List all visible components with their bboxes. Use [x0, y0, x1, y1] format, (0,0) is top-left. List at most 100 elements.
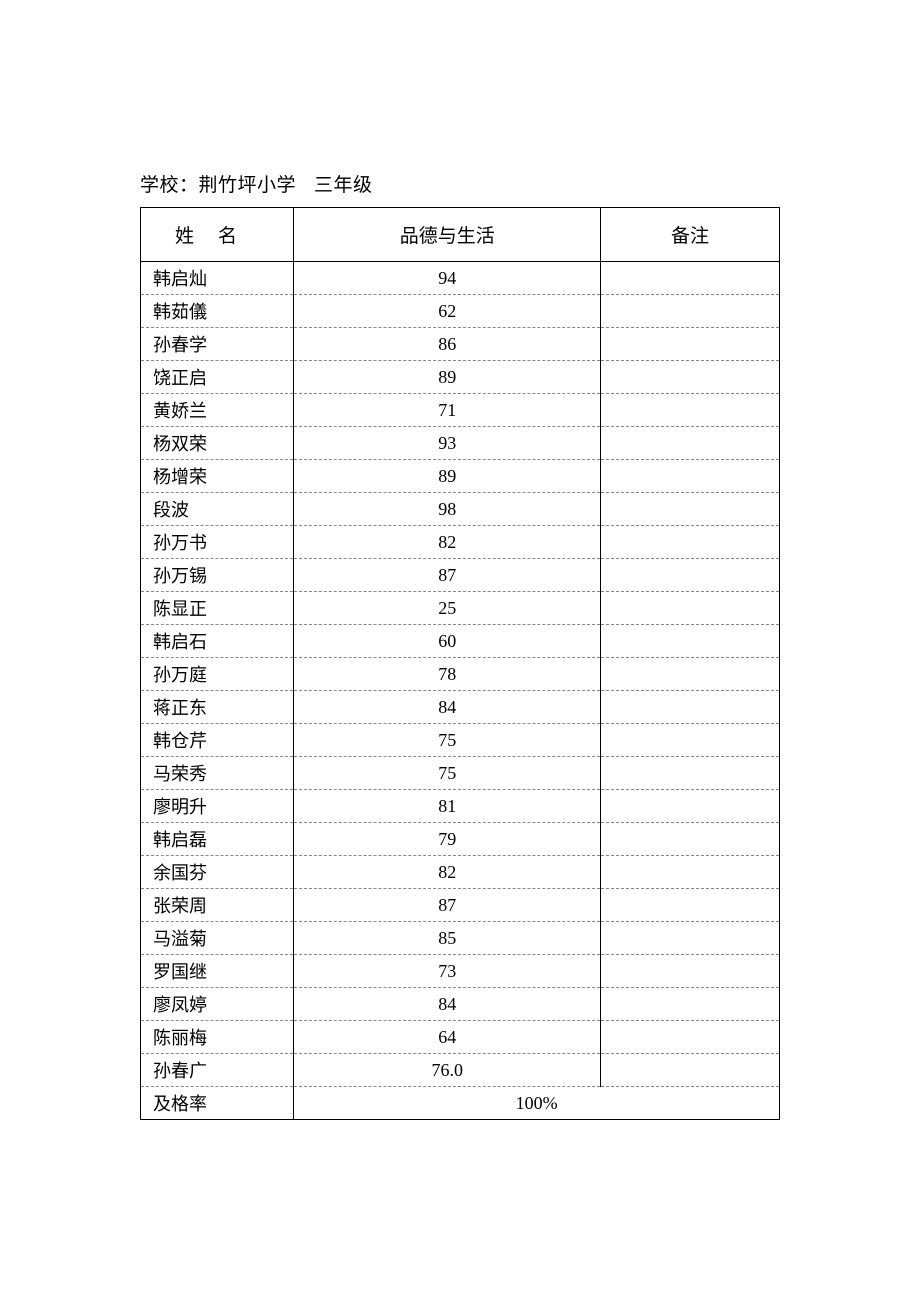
- table-row: 段波98: [141, 493, 780, 526]
- cell-name: 杨增荣: [141, 460, 294, 493]
- cell-score: 82: [294, 856, 601, 889]
- cell-score: 93: [294, 427, 601, 460]
- cell-name: 饶正启: [141, 361, 294, 394]
- table-row: 蒋正东84: [141, 691, 780, 724]
- cell-note: [601, 559, 780, 592]
- table-row: 杨增荣89: [141, 460, 780, 493]
- table-row: 韩仓芹75: [141, 724, 780, 757]
- cell-note: [601, 493, 780, 526]
- document-page: 学校：荆竹坪小学三年级 姓名 品德与生活 备注 韩启灿94韩茹儀62孙春学86饶…: [0, 0, 920, 1120]
- cell-score: 85: [294, 922, 601, 955]
- table-row: 孙万锡87: [141, 559, 780, 592]
- cell-name: 余国芬: [141, 856, 294, 889]
- cell-score: 79: [294, 823, 601, 856]
- table-row: 罗国继73: [141, 955, 780, 988]
- header-note: 备注: [601, 208, 780, 262]
- table-row: 张荣周87: [141, 889, 780, 922]
- cell-name: 陈丽梅: [141, 1021, 294, 1054]
- cell-note: [601, 790, 780, 823]
- table-row: 饶正启89: [141, 361, 780, 394]
- grade: 三年级: [314, 175, 373, 196]
- cell-note: [601, 295, 780, 328]
- cell-note: [601, 262, 780, 295]
- cell-name: 孙春学: [141, 328, 294, 361]
- cell-note: [601, 889, 780, 922]
- table-header-row: 姓名 品德与生活 备注: [141, 208, 780, 262]
- pass-rate-value: 100%: [294, 1087, 780, 1120]
- table-row: 马溢菊85: [141, 922, 780, 955]
- cell-score: 87: [294, 889, 601, 922]
- header-name-text: 姓名: [151, 226, 261, 247]
- cell-name: 陈显正: [141, 592, 294, 625]
- cell-score: 71: [294, 394, 601, 427]
- cell-note: [601, 922, 780, 955]
- cell-name: 杨双荣: [141, 427, 294, 460]
- cell-name: 韩启灿: [141, 262, 294, 295]
- cell-score: 82: [294, 526, 601, 559]
- cell-note: [601, 427, 780, 460]
- cell-score: 75: [294, 757, 601, 790]
- table-row: 黄娇兰71: [141, 394, 780, 427]
- table-row: 马荣秀75: [141, 757, 780, 790]
- cell-name: 马溢菊: [141, 922, 294, 955]
- pass-rate-row: 及格率100%: [141, 1087, 780, 1120]
- cell-score: 94: [294, 262, 601, 295]
- cell-note: [601, 691, 780, 724]
- cell-score: 89: [294, 361, 601, 394]
- cell-score: 89: [294, 460, 601, 493]
- cell-note: [601, 394, 780, 427]
- table-row: 孙春学86: [141, 328, 780, 361]
- cell-note: [601, 460, 780, 493]
- cell-note: [601, 823, 780, 856]
- cell-score: 75: [294, 724, 601, 757]
- cell-name: 孙春广: [141, 1054, 294, 1087]
- cell-score: 84: [294, 988, 601, 1021]
- cell-note: [601, 988, 780, 1021]
- school-name: 荆竹坪小学: [199, 175, 297, 196]
- cell-note: [601, 724, 780, 757]
- table-row: 廖明升81: [141, 790, 780, 823]
- cell-score: 25: [294, 592, 601, 625]
- cell-name: 罗国继: [141, 955, 294, 988]
- cell-note: [601, 526, 780, 559]
- table-body: 韩启灿94韩茹儀62孙春学86饶正启89黄娇兰71杨双荣93杨增荣89段波98孙…: [141, 262, 780, 1120]
- cell-score: 73: [294, 955, 601, 988]
- header-score: 品德与生活: [294, 208, 601, 262]
- table-row: 余国芬82: [141, 856, 780, 889]
- table-row: 陈丽梅64: [141, 1021, 780, 1054]
- cell-note: [601, 658, 780, 691]
- table-row: 孙春广76.0: [141, 1054, 780, 1087]
- cell-note: [601, 361, 780, 394]
- table-row: 韩茹儀62: [141, 295, 780, 328]
- cell-name: 韩茹儀: [141, 295, 294, 328]
- cell-name: 韩启石: [141, 625, 294, 658]
- cell-name: 廖凤婷: [141, 988, 294, 1021]
- cell-note: [601, 625, 780, 658]
- table-row: 孙万书82: [141, 526, 780, 559]
- score-table: 姓名 品德与生活 备注 韩启灿94韩茹儀62孙春学86饶正启89黄娇兰71杨双荣…: [140, 207, 780, 1120]
- table-row: 韩启石60: [141, 625, 780, 658]
- cell-name: 张荣周: [141, 889, 294, 922]
- cell-note: [601, 1021, 780, 1054]
- cell-score: 86: [294, 328, 601, 361]
- cell-note: [601, 592, 780, 625]
- cell-score: 87: [294, 559, 601, 592]
- cell-score: 81: [294, 790, 601, 823]
- cell-name: 廖明升: [141, 790, 294, 823]
- cell-name: 孙万书: [141, 526, 294, 559]
- table-row: 陈显正25: [141, 592, 780, 625]
- table-row: 杨双荣93: [141, 427, 780, 460]
- table-row: 孙万庭78: [141, 658, 780, 691]
- cell-name: 段波: [141, 493, 294, 526]
- cell-score: 84: [294, 691, 601, 724]
- cell-name: 蒋正东: [141, 691, 294, 724]
- cell-score: 60: [294, 625, 601, 658]
- cell-name: 韩仓芹: [141, 724, 294, 757]
- cell-note: [601, 1054, 780, 1087]
- cell-score: 62: [294, 295, 601, 328]
- cell-note: [601, 856, 780, 889]
- table-row: 廖凤婷84: [141, 988, 780, 1021]
- cell-score: 76.0: [294, 1054, 601, 1087]
- cell-score: 98: [294, 493, 601, 526]
- cell-name: 韩启磊: [141, 823, 294, 856]
